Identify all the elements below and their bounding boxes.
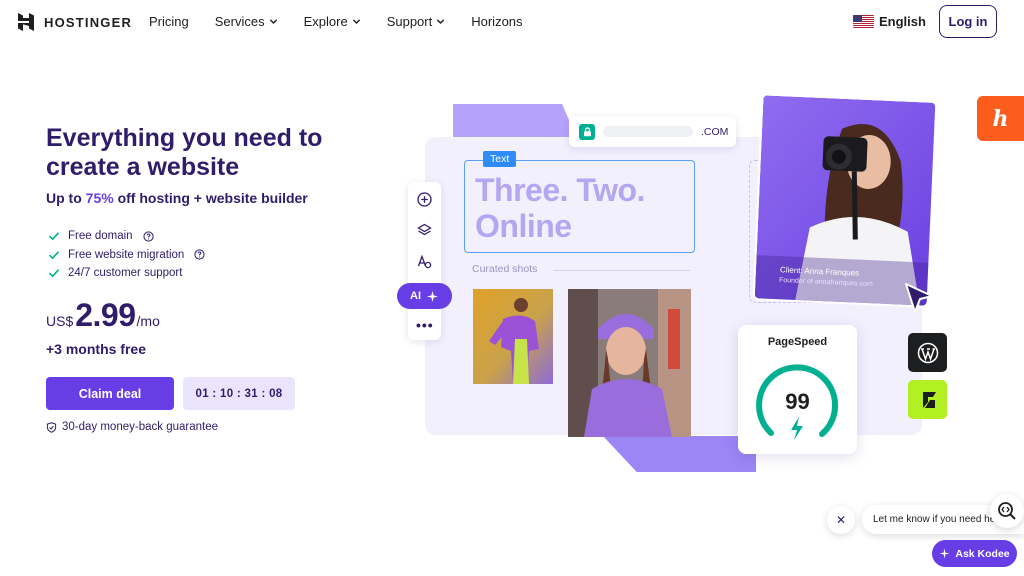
claim-deal-button[interactable]: Claim deal <box>46 377 174 410</box>
check-icon <box>48 269 60 278</box>
chevron-down-icon <box>269 19 277 25</box>
layers-icon[interactable] <box>416 222 433 239</box>
accessibility-zoom-button[interactable] <box>990 494 1024 528</box>
headline-line: Three. Two. <box>475 172 645 208</box>
price: US$ 2.99 /mo <box>46 297 160 334</box>
feature-label: Free domain <box>68 230 133 243</box>
search-code-icon <box>998 502 1016 520</box>
nav-item-horizons[interactable]: Horizons <box>471 14 522 29</box>
language-label: English <box>879 14 926 29</box>
nav-item-support[interactable]: Support <box>387 14 446 29</box>
horizons-app-icon <box>908 380 947 419</box>
ai-assistant-button[interactable]: AI <box>397 283 452 309</box>
nav-item-label: Explore <box>303 14 348 29</box>
us-flag-icon <box>853 15 874 28</box>
domain-placeholder <box>603 126 693 137</box>
text-style-icon[interactable] <box>416 253 433 270</box>
feature-item: Free domain <box>48 227 205 246</box>
language-selector[interactable]: English <box>853 14 926 29</box>
hero-subtitle: Up to 75% off hosting + website builder <box>46 190 308 206</box>
subtitle-suffix: off hosting + website builder <box>113 190 308 206</box>
subtitle-prefix: Up to <box>46 190 86 206</box>
headline-line: Online <box>475 208 572 244</box>
feature-label: Free website migration <box>68 248 185 261</box>
countdown-timer: 01 : 10 : 31 : 08 <box>183 377 295 410</box>
more-icon[interactable]: ••• <box>416 317 434 333</box>
lightning-icon <box>791 417 803 440</box>
feature-label: 24/7 customer support <box>68 267 183 280</box>
price-amount: 2.99 <box>75 297 136 333</box>
chevron-down-icon <box>437 19 445 25</box>
help-icon[interactable] <box>142 231 154 242</box>
add-icon[interactable] <box>416 191 433 208</box>
top-navigation: HOSTINGER Pricing Services Explore Suppo… <box>0 0 1024 44</box>
nav-item-explore[interactable]: Explore <box>304 14 361 29</box>
cursor-pointer-icon <box>905 283 933 313</box>
check-icon <box>48 251 60 260</box>
ask-kodee-label: Ask Kodee <box>955 547 1010 560</box>
discount-percent: 75% <box>85 190 114 206</box>
decorative-shape <box>603 436 756 472</box>
kodee-ai-tab[interactable]: h <box>977 96 1024 141</box>
curated-shots-label: Curated shots <box>472 263 538 275</box>
check-icon <box>48 232 60 241</box>
lock-icon <box>579 123 595 140</box>
pagespeed-card: PageSpeed 99 <box>738 325 857 454</box>
wordpress-icon <box>908 333 947 372</box>
pagespeed-score: 99 <box>785 389 810 414</box>
nav-item-services[interactable]: Services <box>215 14 278 29</box>
brand-name: HOSTINGER <box>44 14 133 30</box>
feature-item: Free website migration <box>48 246 205 265</box>
domain-tld: .COM <box>701 125 729 138</box>
nav-item-label: Services <box>214 14 265 29</box>
bonus-text: +3 months free <box>46 341 146 357</box>
ai-label: AI <box>410 290 421 302</box>
domain-bar: .COM <box>569 116 736 147</box>
gallery-image <box>473 289 553 384</box>
gallery-image <box>568 289 691 437</box>
nav-links: Pricing Services Explore Support Horizon… <box>149 14 549 29</box>
hostinger-logo-icon <box>18 13 34 31</box>
nav-item-label: Horizons <box>471 14 523 29</box>
nav-item-label: Support <box>386 14 433 29</box>
hostinger-logo[interactable]: HOSTINGER <box>16 12 132 32</box>
close-chat-button[interactable]: ✕ <box>827 506 855 534</box>
money-back-guarantee: 30-day money-back guarantee <box>46 421 218 433</box>
ask-kodee-button[interactable]: Ask Kodee <box>932 540 1017 567</box>
pagespeed-title: PageSpeed <box>767 336 828 348</box>
guarantee-label: 30-day money-back guarantee <box>62 421 218 433</box>
price-currency: US$ <box>46 313 74 329</box>
builder-headline: Three. Two. Online <box>475 172 645 244</box>
nav-item-pricing[interactable]: Pricing <box>149 14 189 29</box>
divider <box>553 270 690 271</box>
login-button[interactable]: Log in <box>939 5 997 38</box>
nav-item-label: Pricing <box>149 14 189 29</box>
text-block-tag: Text <box>483 151 517 167</box>
decorative-shape <box>453 104 577 139</box>
shield-check-icon <box>46 421 57 433</box>
feature-item: 24/7 customer support <box>48 264 205 283</box>
help-icon[interactable] <box>194 249 205 260</box>
hero-title: Everything you need to create a website <box>46 124 323 181</box>
chevron-down-icon <box>352 19 360 25</box>
sparkle-icon <box>939 548 950 559</box>
feature-list: Free domain Free website migration 24/7 … <box>48 227 205 283</box>
sparkle-icon <box>427 290 438 302</box>
price-period: /mo <box>136 313 160 329</box>
